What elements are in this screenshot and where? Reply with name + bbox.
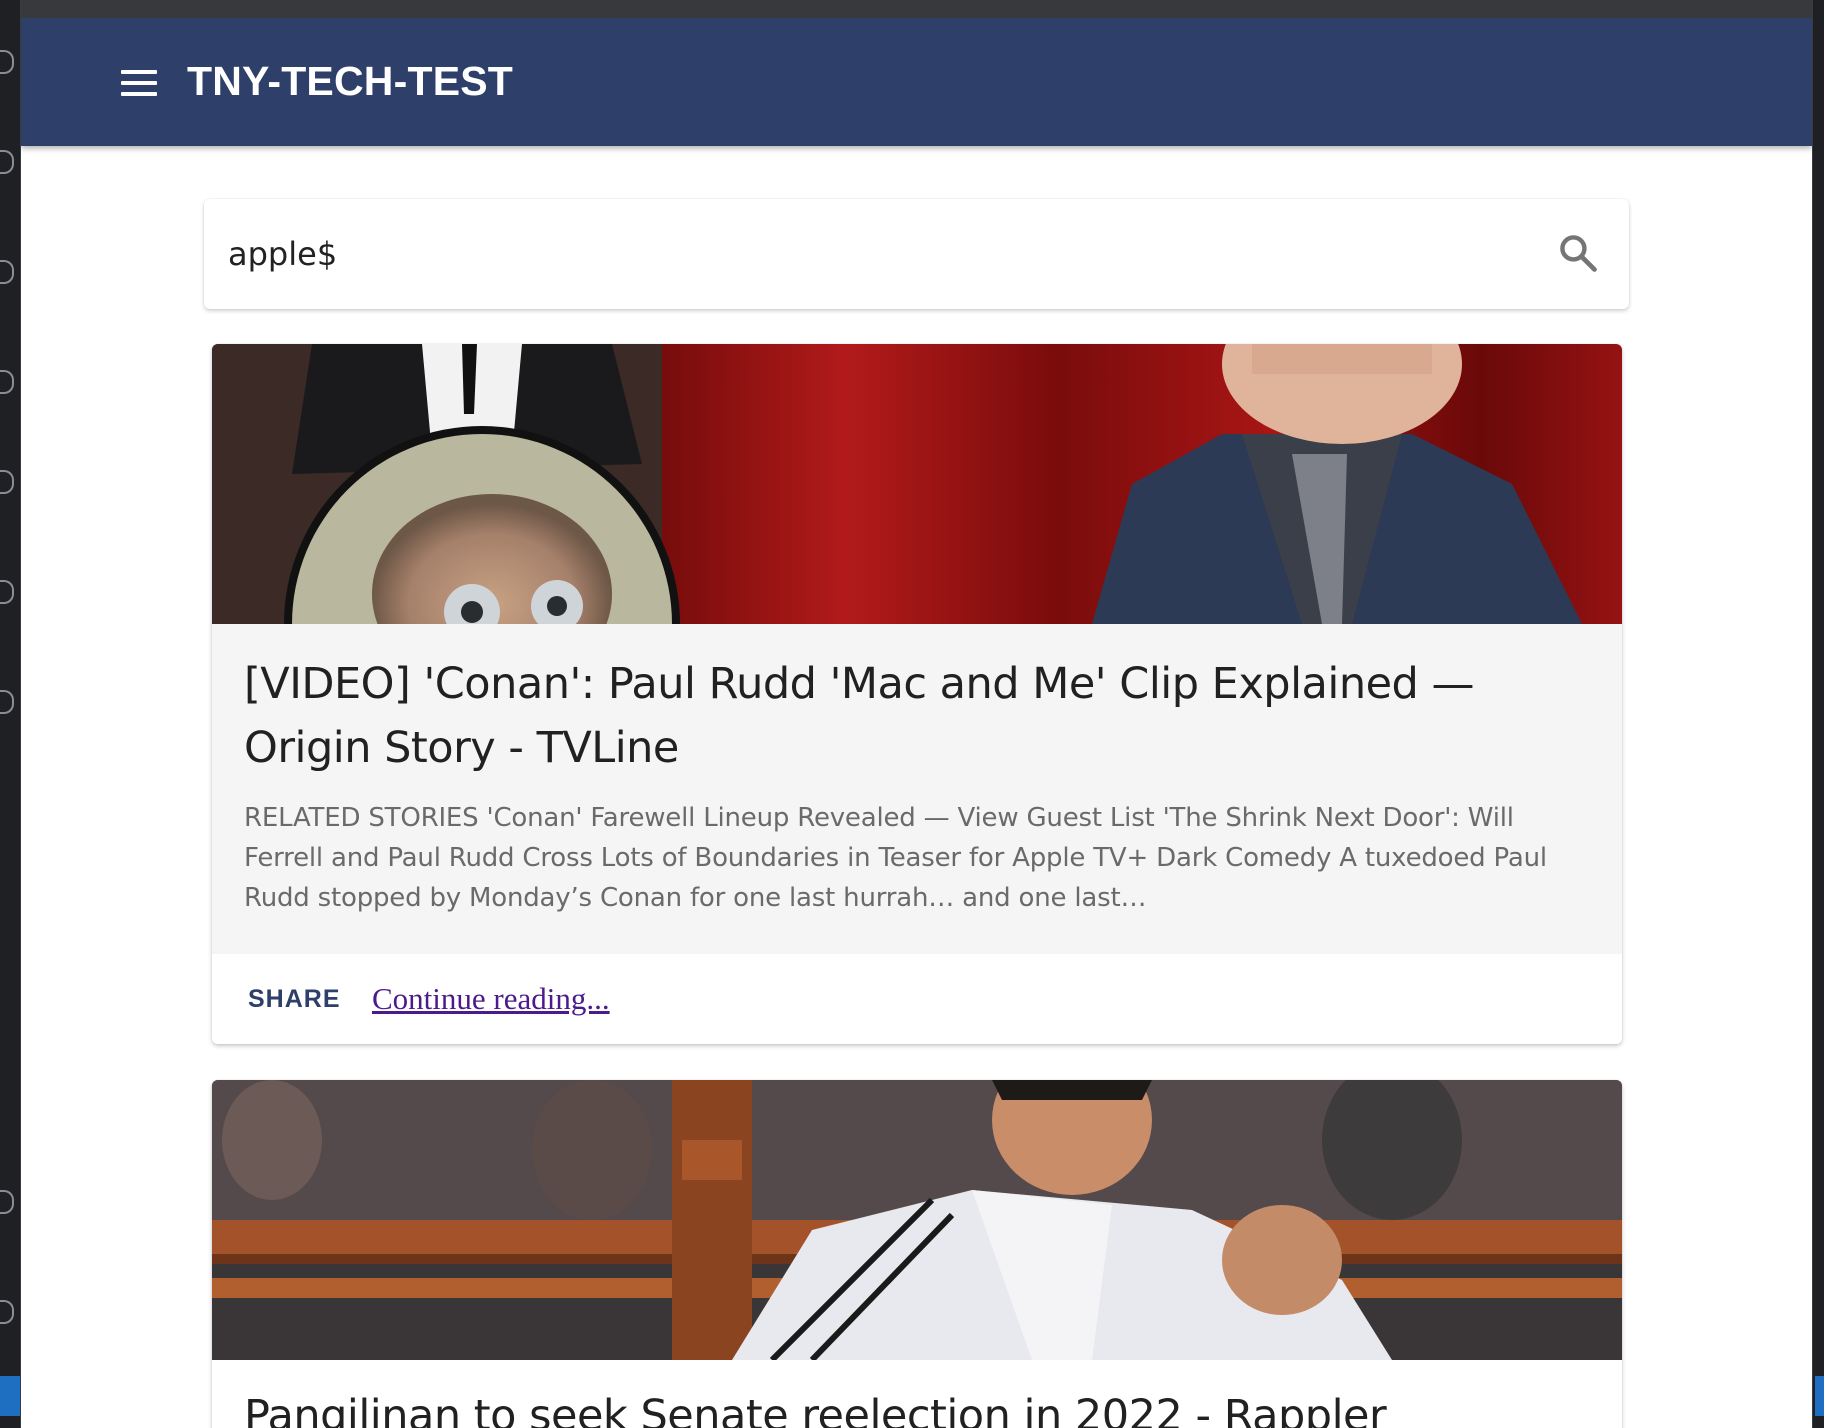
kubernetes-icon[interactable] [0,690,14,714]
testing-icon[interactable] [0,470,14,494]
editor-activity-bar [0,0,21,1428]
article-image[interactable] [212,344,1622,624]
article-title[interactable]: Pangilinan to seek Senate reelection in … [244,1384,1590,1428]
app-title: TNY-TECH-TEST [187,58,514,104]
article-image-graphic [212,1080,1622,1360]
search-icon[interactable] [1556,231,1600,275]
app-bar: TNY-TECH-TEST [21,18,1812,146]
window-titlebar [21,0,1812,18]
article-body: Pangilinan to seek Senate reelection in … [212,1360,1622,1428]
debug-icon[interactable] [0,260,14,284]
search-input[interactable] [228,225,1528,283]
continue-reading-link[interactable]: Continue reading... [372,978,610,1020]
hamburger-menu-icon[interactable] [117,62,161,106]
search-bar [204,199,1629,309]
article-summary: RELATED STORIES 'Conan' Farewell Lineup … [244,803,1547,913]
status-indicator [1815,1376,1824,1416]
account-icon[interactable] [0,1190,14,1214]
search-icon[interactable] [0,50,14,74]
article-image[interactable] [212,1080,1622,1360]
article-card: Pangilinan to seek Senate reelection in … [212,1080,1622,1428]
share-button[interactable]: SHARE [240,978,349,1020]
remote-indicator[interactable] [0,1376,20,1416]
source-control-icon[interactable] [0,150,14,174]
article-actions: SHARE Continue reading... [212,954,1622,1044]
extensions-icon[interactable] [0,370,14,394]
article-body: [VIDEO] 'Conan': Paul Rudd 'Mac and Me' … [212,624,1622,954]
article-card: [VIDEO] 'Conan': Paul Rudd 'Mac and Me' … [212,344,1622,1044]
editor-right-edge [1812,0,1824,1428]
app-viewport: TNY-TECH-TEST apple$ [VIDEO] 'Conan': Pa… [21,18,1812,1428]
window-frame: TNY-TECH-TEST apple$ [VIDEO] 'Conan': Pa… [0,0,1824,1428]
gear-icon[interactable] [0,1300,14,1324]
article-title[interactable]: [VIDEO] 'Conan': Paul Rudd 'Mac and Me' … [244,652,1590,780]
article-image-graphic [212,344,1622,624]
docker-icon[interactable] [0,580,14,604]
